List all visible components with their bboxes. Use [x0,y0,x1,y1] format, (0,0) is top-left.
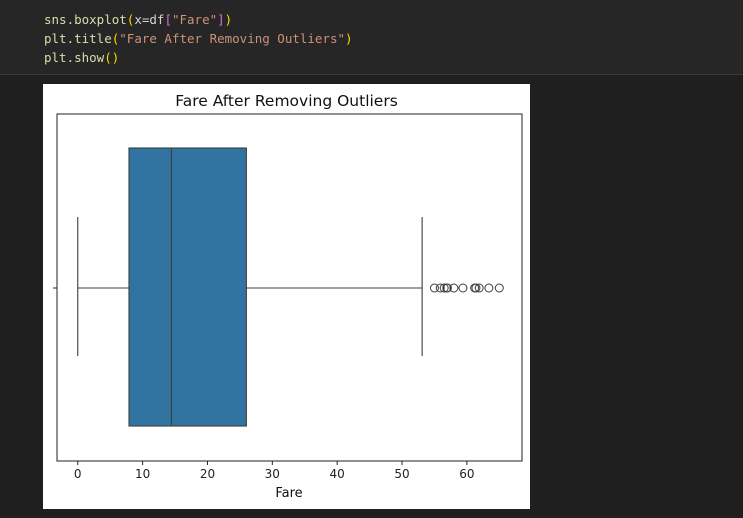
code-line-3: plt.show() [44,50,119,65]
code-line-1: sns.boxplot(x=df["Fare"]) [44,12,232,27]
iqr-box [128,147,247,427]
outlier-point [494,283,504,293]
x-tick-label: 40 [330,467,345,481]
x-tick-label: 10 [135,467,150,481]
x-tick-label: 60 [459,467,474,481]
code-token: plt.title [44,31,112,46]
x-tick-label: 30 [265,467,280,481]
code-cell[interactable]: sns.boxplot(x=df["Fare"]) plt.title("Far… [0,0,743,75]
x-axis-label: Fare [275,486,302,501]
x-tick-label: 50 [394,467,409,481]
code-token: x=df [134,12,165,27]
x-tick-label: 0 [74,467,82,481]
chart-title: Fare After Removing Outliers [175,92,398,110]
code-token: "Fare After Removing Outliers" [119,31,346,46]
boxplot-chart: Fare After Removing Outliers 0 10 20 30 40 50… [53,92,523,501]
code-token: "Fare" [171,12,218,27]
code-token: [ [164,12,172,27]
code-token: ) [224,12,233,27]
plot-area: 0 10 20 30 40 50 60 [53,113,523,481]
code-token: plt.show [44,50,105,65]
code-token: ) [345,31,353,46]
outlier-point [484,283,494,293]
code-line-2: plt.title("Fare After Removing Outliers"… [44,31,353,46]
code-token: sns.boxplot [44,12,127,27]
x-tick-label: 20 [200,467,215,481]
code-editor[interactable]: sns.boxplot(x=df["Fare"]) plt.title("Far… [44,10,353,67]
code-token: ] [217,12,225,27]
code-token: ) [111,50,120,65]
outlier-point [458,283,468,293]
code-token: ( [104,50,112,65]
plot-image: Fare After Removing Outliers 0 10 20 30 40 50… [43,84,530,509]
